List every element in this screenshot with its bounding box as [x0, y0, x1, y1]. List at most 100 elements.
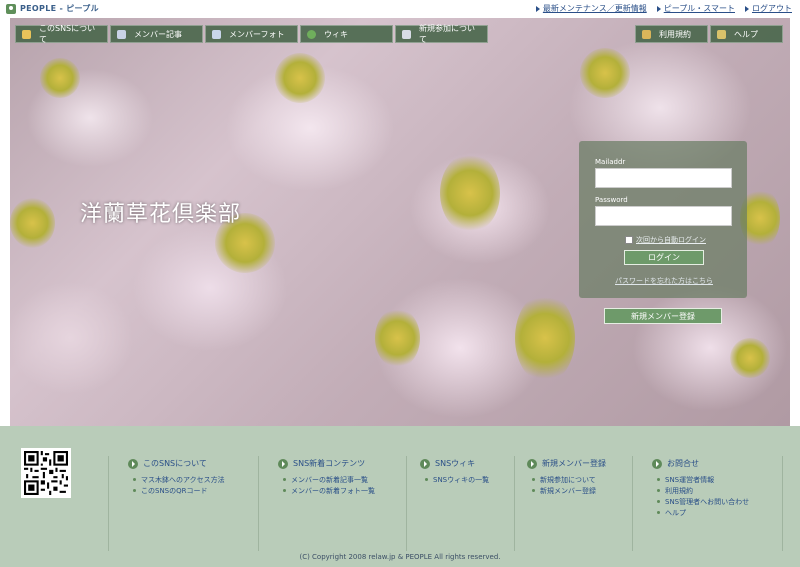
main-nav: このSNSについて メンバー記事 メンバーフォト ウィキ 新規参加について	[15, 24, 490, 44]
footer-link[interactable]: 新規メンバー登録	[532, 485, 606, 496]
forgot-password-link[interactable]: パスワードを忘れた方はこちら	[615, 276, 713, 286]
footer: このSNSについて マス木鉢へのアクセス方法 このSNSのQRコード SNS新着…	[0, 426, 800, 567]
footer-divider	[258, 456, 259, 551]
nav-help[interactable]: ヘルプ	[710, 25, 783, 43]
footer-heading-label: お問合せ	[667, 459, 699, 468]
footer-col-wiki: SNSウィキ SNSウィキの一覧	[420, 458, 489, 485]
maintenance-link-label: 最新メンテナンス／更新情報	[542, 4, 647, 13]
terms-icon	[642, 29, 651, 39]
nav-wiki[interactable]: ウィキ	[300, 25, 393, 43]
register-button[interactable]: 新規メンバー登録	[604, 308, 722, 324]
maintenance-link[interactable]: 最新メンテナンス／更新情報	[535, 3, 647, 14]
footer-link-label: マス木鉢へのアクセス方法	[141, 475, 225, 484]
bullet-icon	[657, 489, 660, 492]
footer-link[interactable]: SNSウィキの一覧	[425, 474, 489, 485]
footer-heading[interactable]: このSNSについて	[128, 458, 225, 469]
play-circle-icon	[420, 458, 430, 469]
footer-link-label: 新規参加について	[540, 475, 596, 484]
mail-input[interactable]	[595, 168, 732, 188]
footer-link[interactable]: メンバーの新着フォト一覧	[283, 485, 375, 496]
footer-heading-label: SNSウィキ	[435, 459, 476, 468]
footer-link-label: 新規メンバー登録	[540, 486, 596, 495]
footer-divider	[406, 456, 407, 551]
password-input[interactable]	[595, 206, 732, 226]
help-icon	[717, 29, 726, 39]
copyright-text: (C) Copyright 2008 relaw.jp & PEOPLE All…	[299, 553, 501, 561]
bullet-icon	[283, 478, 286, 481]
footer-link-label: SNS運営者情報	[665, 475, 715, 484]
nav-join-label: 新規参加について	[419, 24, 475, 44]
play-circle-icon	[128, 458, 138, 469]
nav-about-label: このSNSについて	[39, 24, 96, 44]
arrow-right-icon	[656, 5, 661, 12]
logout-link-label: ログアウト	[752, 4, 792, 13]
footer-heading-label: このSNSについて	[143, 459, 207, 468]
footer-link[interactable]: 利用規約	[657, 485, 749, 496]
footer-link-label: このSNSのQRコード	[141, 486, 208, 495]
flower-decoration	[440, 153, 500, 233]
flower-decoration	[40, 58, 80, 98]
footer-link[interactable]: マス木鉢へのアクセス方法	[133, 474, 225, 485]
bullet-icon	[532, 489, 535, 492]
footer-heading-label: SNS新着コンテンツ	[293, 459, 366, 468]
footer-link[interactable]: SNS運営者情報	[657, 474, 749, 485]
footer-heading[interactable]: SNSウィキ	[420, 458, 489, 469]
photo-icon	[212, 29, 221, 39]
footer-col-about: このSNSについて マス木鉢へのアクセス方法 このSNSのQRコード	[128, 458, 225, 496]
footer-col-register: 新規メンバー登録 新規参加について 新規メンバー登録	[527, 458, 606, 496]
footer-link-label: ヘルプ	[665, 508, 686, 517]
bullet-icon	[657, 511, 660, 514]
people-smart-link-label: ピープル・スマート	[663, 4, 735, 13]
top-bar: PEOPLE - ピープル 最新メンテナンス／更新情報 ピープル・スマート ログ…	[0, 0, 800, 18]
remember-me[interactable]: 次回から自動ログイン	[625, 235, 706, 245]
nav-about[interactable]: このSNSについて	[15, 24, 108, 44]
nav-wiki-label: ウィキ	[324, 29, 348, 39]
arrow-right-icon	[745, 5, 749, 12]
play-circle-icon	[652, 458, 662, 469]
footer-heading[interactable]: SNS新着コンテンツ	[278, 458, 375, 469]
footer-heading[interactable]: 新規メンバー登録	[527, 458, 606, 469]
nav-help-label: ヘルプ	[734, 29, 758, 39]
footer-link[interactable]: ヘルプ	[657, 507, 749, 518]
article-icon	[117, 29, 126, 39]
play-circle-icon	[527, 458, 537, 469]
remember-checkbox[interactable]	[625, 236, 633, 244]
footer-link[interactable]: 新規参加について	[532, 474, 606, 485]
qr-code-image	[21, 448, 71, 498]
login-panel: Mailaddr Password 次回から自動ログイン ログイン パスワードを…	[579, 141, 747, 298]
footer-link-label: SNS管理者へお問い合わせ	[665, 497, 750, 506]
footer-divider	[782, 456, 783, 551]
footer-link[interactable]: SNS管理者へお問い合わせ	[657, 496, 749, 507]
footer-link[interactable]: メンバーの新着記事一覧	[283, 474, 375, 485]
mail-label: Mailaddr	[595, 158, 626, 166]
login-button[interactable]: ログイン	[624, 250, 704, 265]
flower-decoration	[10, 198, 55, 248]
footer-heading[interactable]: お問合せ	[652, 458, 749, 469]
nav-terms[interactable]: 利用規約	[635, 25, 708, 43]
people-icon	[402, 29, 411, 39]
footer-heading-label: 新規メンバー登録	[542, 459, 606, 468]
nav-member-articles[interactable]: メンバー記事	[110, 25, 203, 43]
footer-divider	[632, 456, 633, 551]
logout-link[interactable]: ログアウト	[745, 3, 792, 14]
footer-link-label: メンバーの新着フォト一覧	[291, 486, 375, 495]
bullet-icon	[425, 478, 428, 481]
people-smart-link[interactable]: ピープル・スマート	[656, 3, 735, 14]
page: PEOPLE - ピープル 最新メンテナンス／更新情報 ピープル・スマート ログ…	[0, 0, 800, 567]
nav-member-photos[interactable]: メンバーフォト	[205, 25, 298, 43]
flower-decoration	[580, 48, 630, 98]
footer-link-label: SNSウィキの一覧	[433, 475, 490, 484]
flower-decoration	[515, 293, 575, 383]
nav-terms-label: 利用規約	[659, 29, 691, 39]
footer-link-label: メンバーの新着記事一覧	[291, 475, 368, 484]
bullet-icon	[133, 489, 136, 492]
globe-icon	[307, 29, 316, 39]
footer-link[interactable]: このSNSのQRコード	[133, 485, 225, 496]
nav-join[interactable]: 新規参加について	[395, 24, 488, 44]
info-icon	[22, 29, 31, 39]
footer-col-new-contents: SNS新着コンテンツ メンバーの新着記事一覧 メンバーの新着フォト一覧	[278, 458, 375, 496]
bullet-icon	[657, 478, 660, 481]
play-circle-icon	[278, 458, 288, 469]
brand-logo[interactable]: PEOPLE - ピープル	[6, 3, 99, 14]
bullet-icon	[133, 478, 136, 481]
